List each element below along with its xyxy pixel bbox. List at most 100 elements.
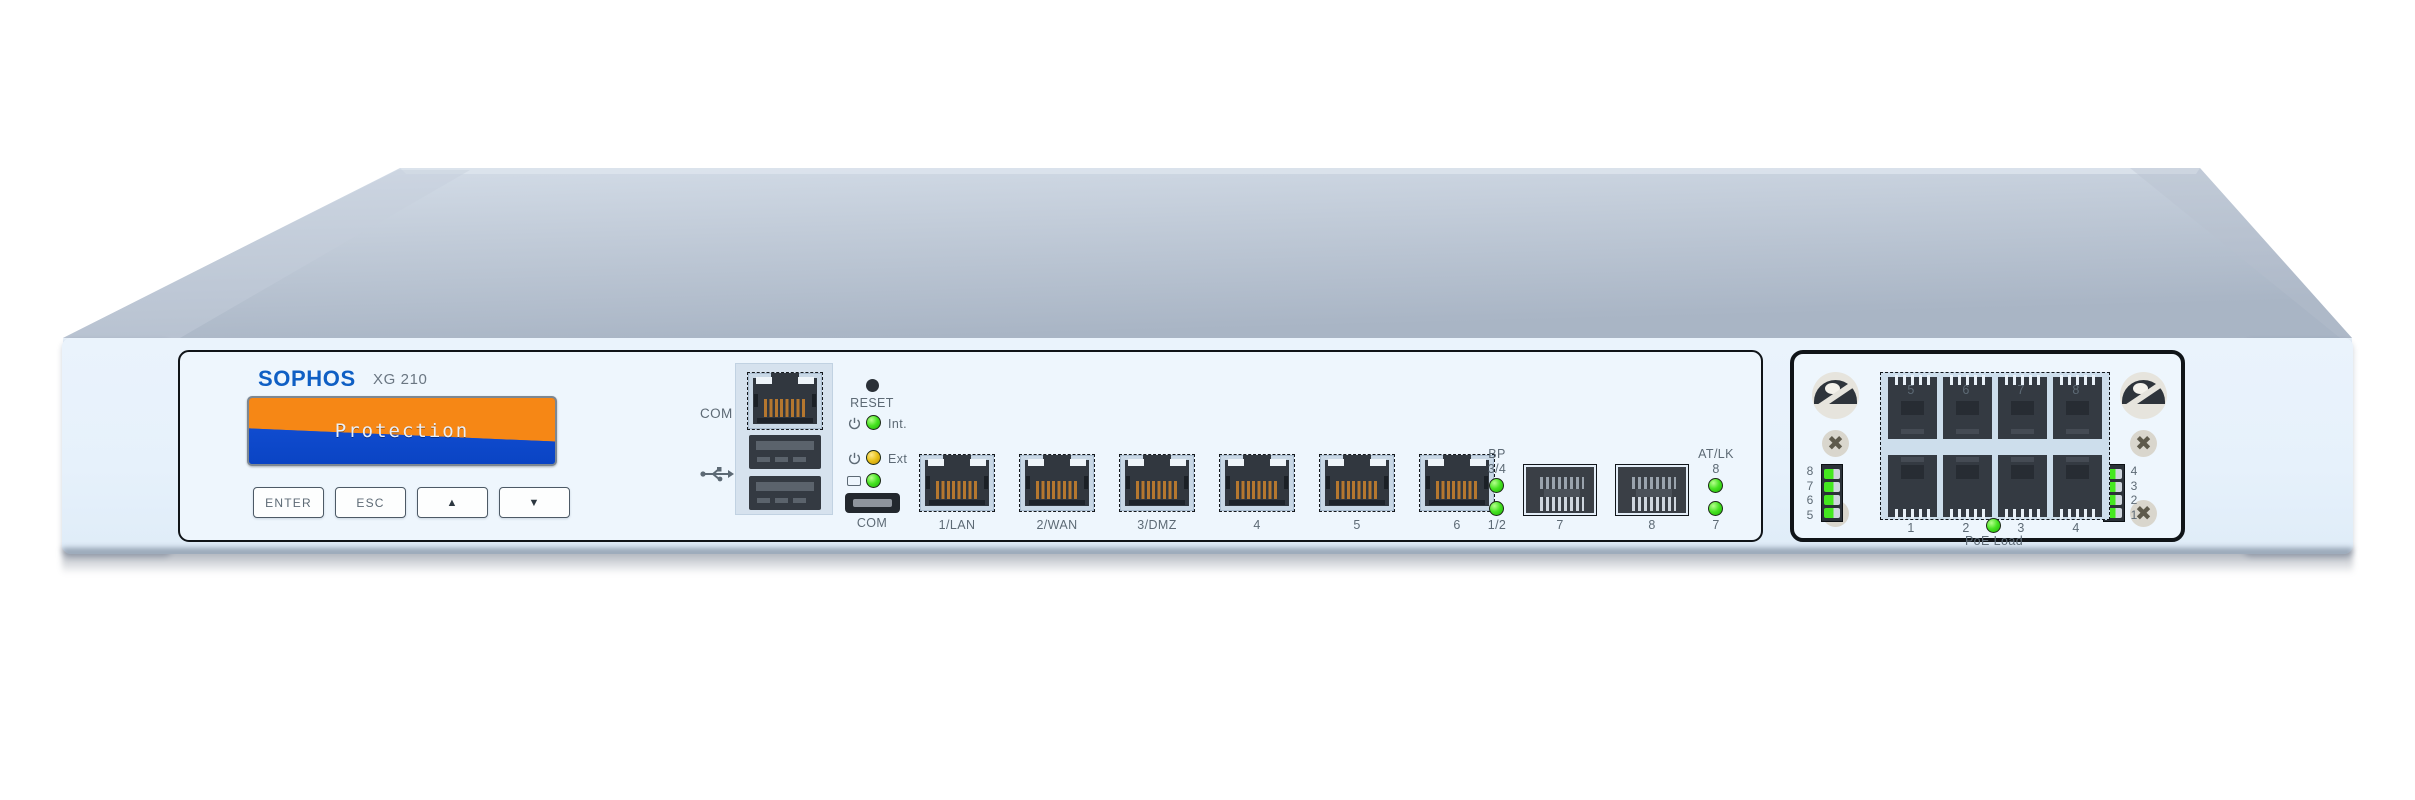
- atlk-led-7-label: 7: [1712, 518, 1720, 532]
- external-power-label: Ext: [888, 452, 908, 466]
- bypass-led-34-label: 3/4: [1487, 462, 1507, 476]
- rj45-tab: [1028, 459, 1044, 466]
- poe-port-clip: [2011, 457, 2034, 462]
- lcd-display: Protection: [247, 396, 557, 466]
- rj45-tab: [928, 459, 944, 466]
- poe-port-2-label: 2: [1962, 521, 1970, 535]
- poe-port-8-label: 8: [2072, 383, 2080, 397]
- down-button[interactable]: ▼: [499, 487, 570, 518]
- rj45-pins: [1336, 481, 1378, 499]
- ethernet-port-1[interactable]: [919, 454, 995, 512]
- rj45-tab: [970, 459, 986, 466]
- rj45-side: [1384, 476, 1388, 489]
- ethernet-port-3[interactable]: [1119, 454, 1195, 512]
- screw-top-left-icon[interactable]: ✖: [1822, 430, 1849, 457]
- poe-port-window: [1901, 401, 1924, 415]
- up-button[interactable]: ▲: [417, 487, 488, 518]
- rj45-lip: [1129, 500, 1185, 505]
- poe-port-4[interactable]: [2053, 455, 2102, 519]
- micro-usb-tongue: [853, 499, 892, 507]
- atlk-led-8: [1708, 478, 1723, 493]
- bypass-led-34: [1489, 478, 1504, 493]
- screw-top-right-icon[interactable]: ✖: [2130, 430, 2157, 457]
- model-label: XG 210: [373, 371, 428, 388]
- lan-icon: [847, 476, 861, 486]
- sfp-port-7[interactable]: [1523, 464, 1597, 516]
- poe-port-2[interactable]: [1943, 455, 1992, 519]
- usb-slot: [793, 457, 806, 462]
- rj45-side: [1326, 476, 1330, 489]
- rj45-tab: [1328, 459, 1344, 466]
- rj45-tab: [798, 377, 814, 384]
- poe-port-pins: [1895, 509, 1930, 519]
- ethernet-port-6-label: 6: [1453, 518, 1461, 532]
- poe-led: [1824, 494, 1840, 505]
- rj45-tab: [1270, 459, 1286, 466]
- rj45-tab: [756, 377, 772, 384]
- usb-port-lower[interactable]: [749, 476, 821, 510]
- poe-led-label: 7: [1806, 478, 1814, 493]
- rj45-side: [812, 394, 816, 407]
- poe-port-1[interactable]: [1888, 455, 1937, 519]
- usb-tongue: [756, 482, 814, 491]
- ethernet-port-5[interactable]: [1319, 454, 1395, 512]
- usb-port-upper[interactable]: [749, 435, 821, 469]
- rj45-side: [984, 476, 988, 489]
- poe-led-label: 8: [1806, 464, 1814, 479]
- rj45-pins: [1036, 481, 1078, 499]
- usb-slot: [775, 457, 788, 462]
- poe-led-label: 4: [2130, 464, 2138, 479]
- usb-slot: [757, 457, 770, 462]
- usb-slot: [775, 498, 788, 503]
- poe-port-window: [2011, 465, 2034, 479]
- poe-load-led: [1986, 518, 2001, 533]
- ethernet-port-6[interactable]: [1419, 454, 1495, 512]
- poe-port-4-label: 4: [2072, 521, 2080, 535]
- appliance-scene: SOPHOS XG 210 Protection ENTER ESC ▲ ▼ C…: [0, 0, 2415, 800]
- handle-left-icon[interactable]: [1812, 372, 1859, 419]
- rj45-lip: [1329, 500, 1385, 505]
- triangle-down-icon: ▼: [528, 496, 541, 509]
- micro-usb-com-port[interactable]: [845, 493, 900, 513]
- usb-slot: [757, 498, 770, 503]
- sfp-port-8-label: 8: [1648, 518, 1656, 532]
- external-power-led: [866, 450, 881, 465]
- rj45-pins: [1136, 481, 1178, 499]
- rj45-lip: [1229, 500, 1285, 505]
- rj45-tab: [1070, 459, 1086, 466]
- ethernet-port-3-label: 3/DMZ: [1137, 518, 1177, 532]
- reset-button[interactable]: [866, 379, 879, 392]
- poe-port-3-label: 3: [2017, 521, 2025, 535]
- esc-button[interactable]: ESC: [335, 487, 406, 518]
- bypass-led-12: [1489, 501, 1504, 516]
- sfp-port-8[interactable]: [1615, 464, 1689, 516]
- poe-port-clip: [2066, 429, 2089, 434]
- ethernet-port-4[interactable]: [1219, 454, 1295, 512]
- com-usb-port-group: [735, 363, 833, 515]
- sfp-grille: [1540, 477, 1584, 489]
- enter-button[interactable]: ENTER: [253, 487, 324, 518]
- poe-port-1-label: 1: [1907, 521, 1915, 535]
- rj45-lip: [1029, 500, 1085, 505]
- ethernet-port-2[interactable]: [1019, 454, 1095, 512]
- rj45-tab: [1370, 459, 1386, 466]
- sfp-grille: [1540, 497, 1584, 511]
- rj45-side: [926, 476, 930, 489]
- handle-right-icon[interactable]: [2120, 372, 2167, 419]
- com-rj45-port[interactable]: [747, 372, 823, 430]
- poe-led-label: 2: [2130, 493, 2138, 508]
- chassis-drop-shadow: [62, 548, 2353, 574]
- poe-led-label: 3: [2130, 478, 2138, 493]
- rj45-side: [1084, 476, 1088, 489]
- poe-led-label: 1: [2130, 507, 2138, 522]
- poe-port-window: [2011, 401, 2034, 415]
- com-port-label: COM: [700, 406, 733, 421]
- rj45-side: [1026, 476, 1030, 489]
- poe-port-3[interactable]: [1998, 455, 2047, 519]
- screw-head: ✖: [2135, 432, 2152, 455]
- sfp-port-7-label: 7: [1556, 518, 1564, 532]
- poe-port-pins: [2060, 509, 2095, 519]
- bypass-header-label: BP: [1488, 447, 1506, 461]
- poe-load-label: PoE Load: [1964, 534, 2024, 548]
- poe-led-label: 6: [1806, 493, 1814, 508]
